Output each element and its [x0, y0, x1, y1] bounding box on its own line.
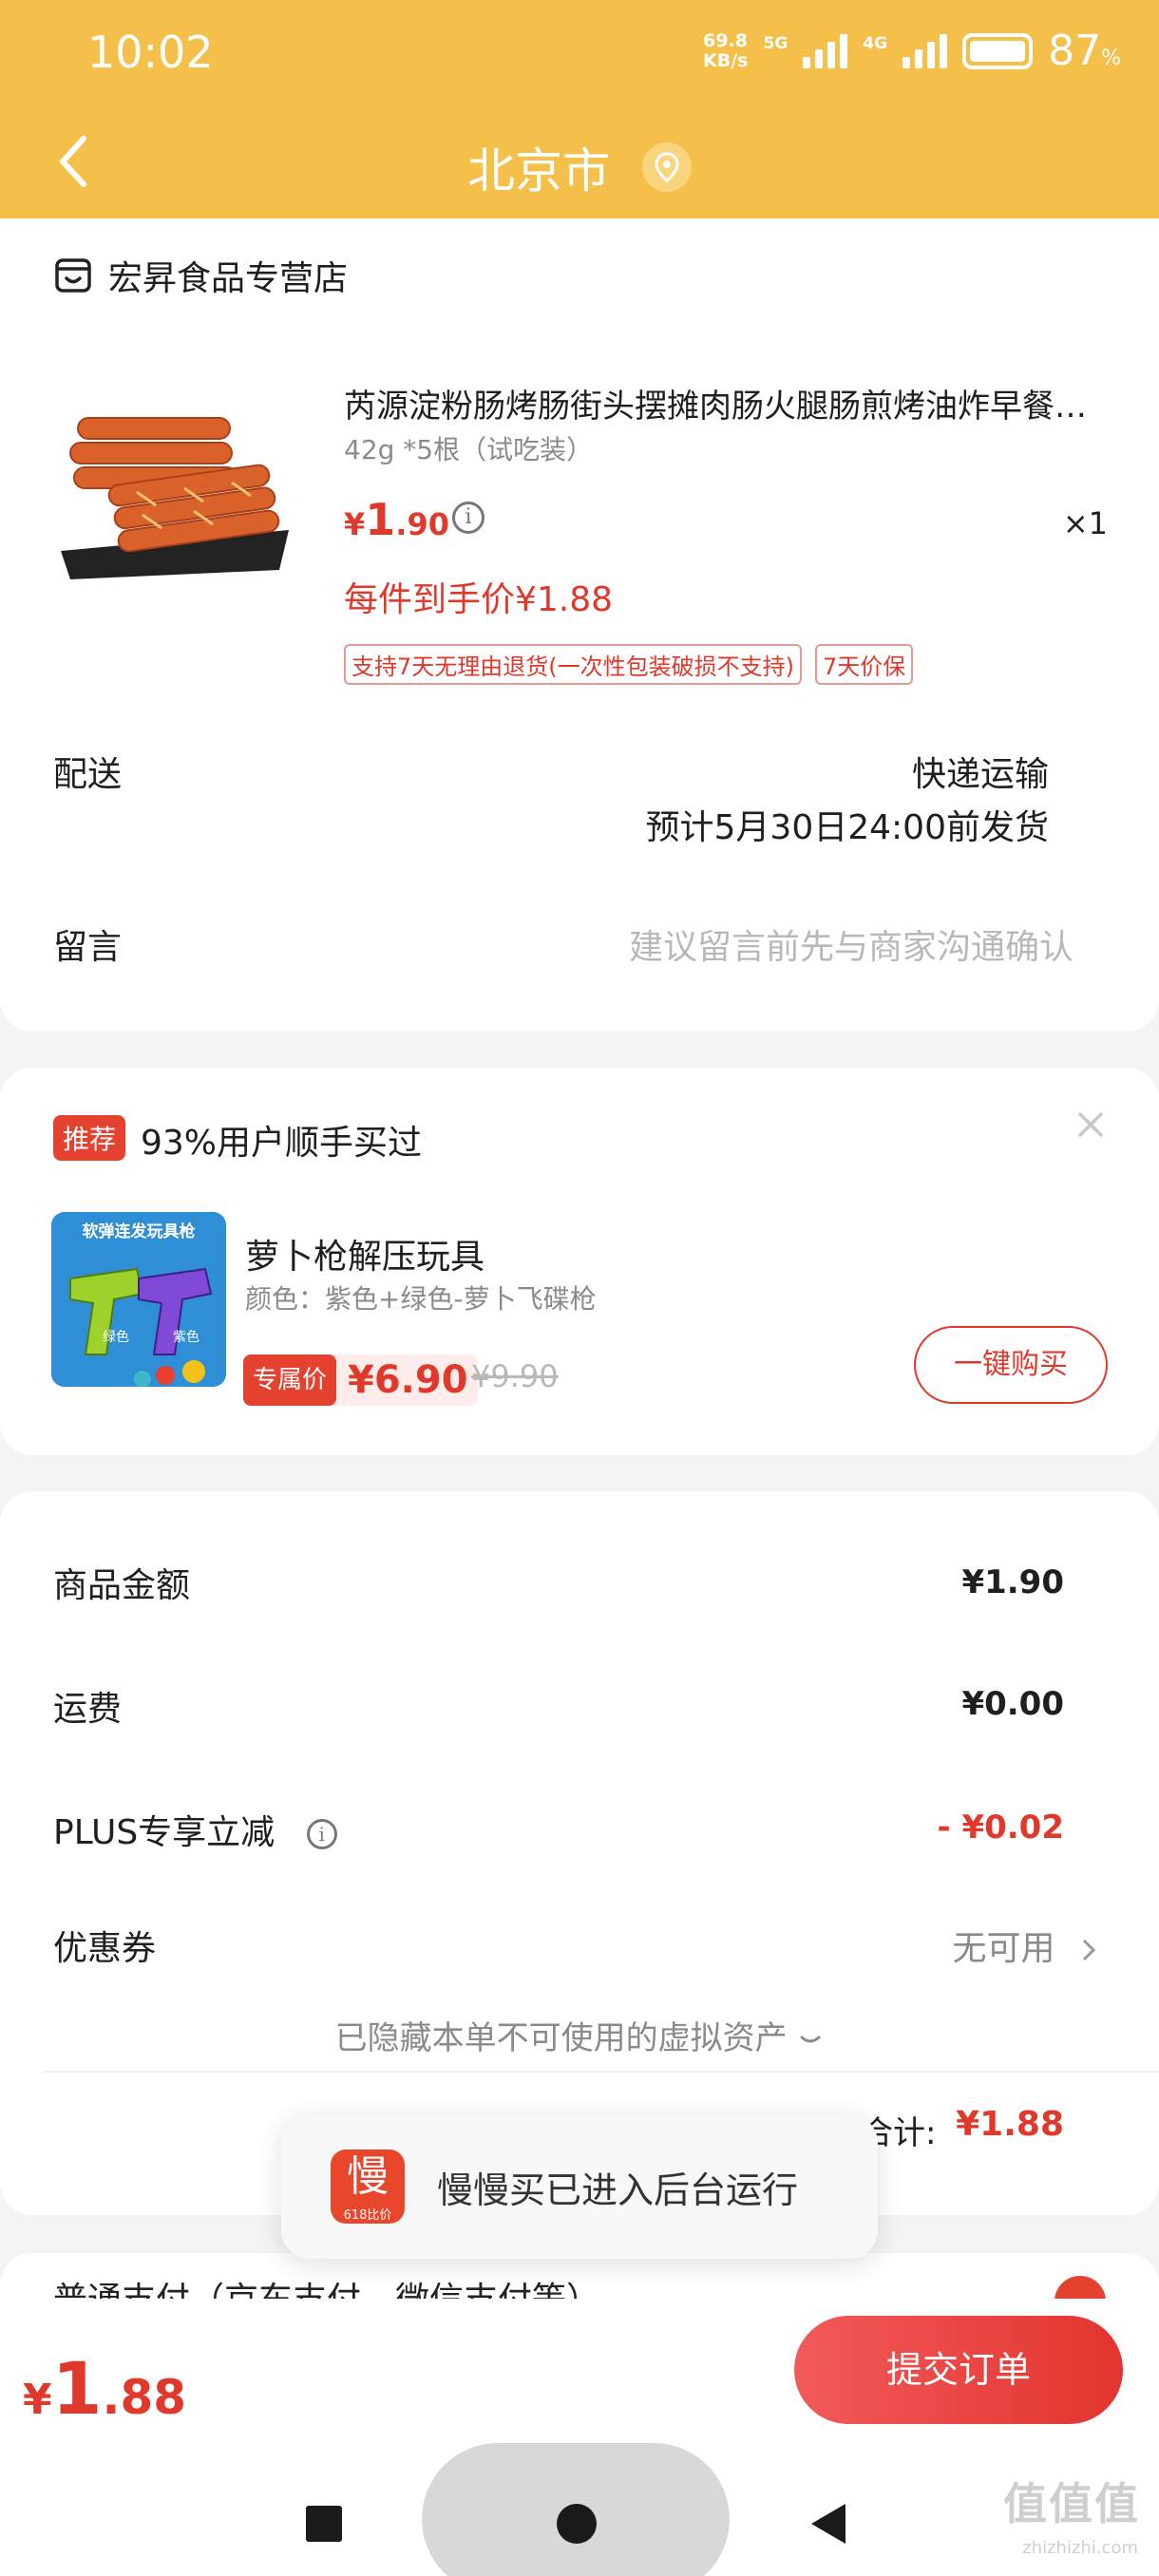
recommend-badge: 推荐 [53, 1115, 126, 1161]
shipping-value: ¥0.00 [961, 1685, 1064, 1723]
price-info-icon[interactable]: i [452, 502, 484, 534]
recommend-product-image[interactable]: 软弹连发玩具枪 绿色 紫色 [51, 1212, 226, 1387]
plus-discount-text: PLUS专享立减 [53, 1813, 276, 1852]
close-button[interactable] [1072, 1106, 1110, 1144]
shop-icon [55, 258, 91, 293]
signal-icon [803, 33, 848, 68]
recommend-original-price: ¥9.90 [471, 1358, 559, 1394]
recommendation-card: 推荐 93%用户顺手买过 软弹连发玩具枪 绿色 紫色 萝卜枪解压玩具 颜色：紫色… [0, 1068, 1159, 1455]
delivery-estimate: 预计5月30日24:00前发货 [645, 808, 1049, 847]
recommend-image-label-left: 绿色 [103, 1329, 129, 1345]
message-input[interactable]: 建议留言前先与商家沟通确认 [629, 919, 1074, 969]
message-label: 留言 [53, 928, 123, 967]
page-title[interactable]: 北京市 [0, 133, 1159, 201]
manmanmai-logo: 慢 618比价 [331, 2150, 405, 2224]
coupon-selector[interactable]: 无可用 [953, 1921, 1098, 1970]
recommend-price: ¥6.90 [348, 1358, 468, 1402]
delivery-label: 配送 [53, 755, 123, 794]
recommend-spec: 颜色：紫色+绿色-萝卜飞碟枪 [245, 1283, 597, 1315]
hidden-assets-toggle[interactable]: 已隐藏本单不可使用的虚拟资产 [0, 2012, 1159, 2058]
shop-name: 宏昇食品专营店 [108, 259, 349, 298]
close-icon [1077, 1111, 1104, 1138]
recommend-price-box: 专属价 ¥6.90 [243, 1354, 478, 1406]
net-speed: 69.8 KB/s [703, 29, 749, 71]
plus-discount-label: PLUS专享立减 i [53, 1805, 337, 1854]
signal-icon-2 [902, 33, 948, 68]
shop-header[interactable]: 宏昇食品专营店 [53, 251, 348, 300]
app-header: 10:02 69.8 KB/s 5G 4G 87% 北京市 [0, 0, 1159, 236]
recommend-headline: 93%用户顺手买过 [141, 1124, 423, 1163]
subtotal-value: ¥1.90 [961, 1563, 1064, 1601]
net-speed-unit: KB/s [703, 49, 749, 71]
recommend-image-label-right: 紫色 [173, 1329, 200, 1345]
chevron-right-icon [1082, 1939, 1096, 1961]
signal-5g-label: 5G [763, 33, 788, 53]
product-image[interactable] [51, 380, 308, 589]
per-piece-price: 每件到手价¥1.88 [344, 580, 614, 619]
status-bar-right: 69.8 KB/s 5G 4G 87% [703, 27, 1121, 75]
order-card: 宏昇食品专营店 芮源淀粉肠烤肠街头摆摊肉肠火腿肠煎烤油炸早餐香肠 42g *5根… [0, 218, 1159, 1032]
submit-order-button[interactable]: 提交订单 [794, 2316, 1123, 2424]
hidden-assets-text: 已隐藏本单不可使用的虚拟资产 [334, 2019, 788, 2057]
battery-percent: 87% [1048, 27, 1121, 75]
logo-sub: 618比价 [343, 2208, 392, 2223]
nav-back-button[interactable] [808, 2500, 849, 2551]
quantity: ×1 [1062, 505, 1108, 541]
logo-char: 慢 [347, 2152, 389, 2201]
coupon-value: 无可用 [952, 1929, 1055, 1968]
toast-text: 慢慢买已进入后台运行 [437, 2169, 799, 2211]
toast-notification: 慢 618比价 慢慢买已进入后台运行 [281, 2114, 878, 2259]
signal-4g-label: 4G [863, 33, 888, 53]
product-spec: 42g *5根（试吃装） [344, 434, 594, 465]
price-summary-card: 商品金额 ¥1.90 运费 ¥0.00 PLUS专享立减 i - ¥0.02 优… [0, 1491, 1159, 2215]
home-button[interactable] [557, 2504, 597, 2544]
plus-info-icon[interactable]: i [306, 1819, 337, 1849]
triangle-back-icon [811, 2504, 846, 2544]
delivery-method[interactable]: 快递运输 [912, 747, 1049, 796]
location-icon [641, 142, 692, 192]
status-time: 10:02 [87, 27, 214, 78]
shipping-label: 运费 [53, 1690, 123, 1729]
divider [44, 2071, 1159, 2073]
product-title[interactable]: 芮源淀粉肠烤肠街头摆摊肉肠火腿肠煎烤油炸早餐香肠 [344, 380, 1094, 426]
recommend-image-caption: 软弹连发玩具枪 [83, 1222, 196, 1241]
service-tags: 支持7天无理由退货(一次性包装破损不支持) 7天价保 [344, 644, 914, 685]
price-protect-tag: 7天价保 [815, 644, 914, 685]
coupon-label: 优惠券 [53, 1929, 157, 1968]
total-value: ¥1.88 [956, 2105, 1064, 2144]
recommend-title[interactable]: 萝卜枪解压玩具 [245, 1229, 484, 1279]
city-name: 北京市 [467, 143, 611, 199]
exclusive-price-badge: 专属价 [243, 1354, 337, 1406]
subtotal-label: 商品金额 [53, 1566, 191, 1605]
return-policy-tag: 支持7天无理由退货(一次性包装破损不支持) [344, 644, 802, 685]
checkout-price: ¥1.88 [23, 2346, 187, 2431]
product-price: ¥1.90 [344, 494, 449, 545]
one-click-buy-button[interactable]: 一键购买 [914, 1326, 1108, 1404]
plus-discount-value: - ¥0.02 [937, 1809, 1065, 1847]
checkout-bar: ¥1.88 提交订单 [0, 2299, 1159, 2576]
watermark-sub: zhizhizhi.com [1022, 2538, 1138, 2558]
net-speed-value: 69.8 [703, 29, 748, 51]
battery-icon [962, 32, 1034, 69]
watermark: 值值值 [1003, 2478, 1140, 2529]
recent-apps-button[interactable] [306, 2506, 342, 2542]
chevron-down-icon [800, 2035, 822, 2042]
